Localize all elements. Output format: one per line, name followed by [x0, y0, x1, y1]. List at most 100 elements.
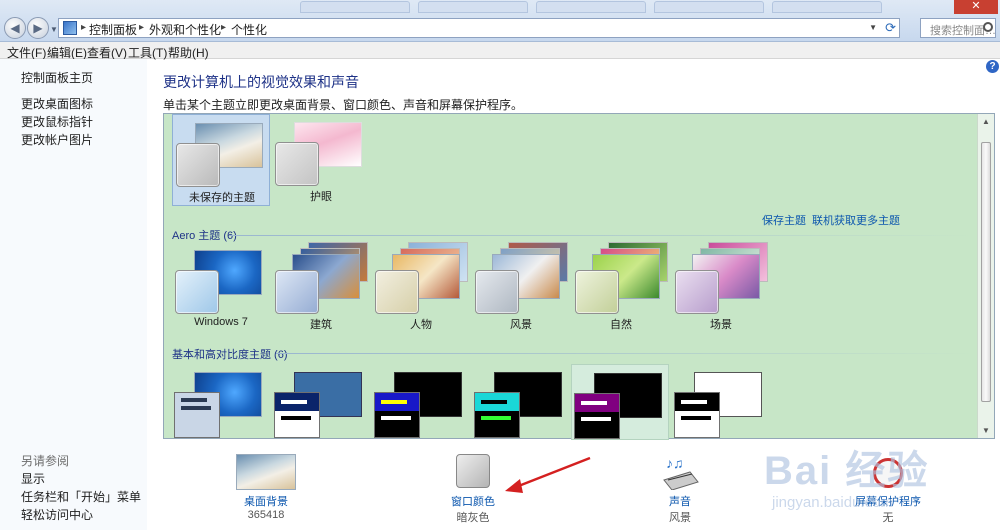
watermark-url: jingyan.baidu.com	[772, 494, 893, 511]
window-color-swatch	[375, 270, 419, 314]
sidebar-item-taskbar[interactable]: 任务栏和「开始」菜单	[21, 488, 141, 505]
window-color-swatch	[574, 393, 620, 439]
window-color-swatch	[274, 392, 320, 438]
window-color-swatch	[176, 143, 220, 187]
theme-windows-classic[interactable]	[272, 364, 370, 440]
desktop-background-icon	[236, 454, 296, 490]
swatch-bar	[281, 416, 311, 420]
theme-scenes[interactable]: 场景	[672, 242, 770, 334]
left-task-pane: 控制面板主页 更改桌面图标 更改鼠标指针 更改帐户图片 另请参阅 显示 任务栏和…	[0, 59, 147, 530]
page-subtitle: 单击某个主题立即更改桌面背景、窗口颜色、声音和屏幕保护程序。	[163, 98, 524, 112]
menu-help[interactable]: 帮助(H)	[168, 44, 209, 61]
theme-unsaved[interactable]: 未保存的主题	[172, 114, 270, 206]
sidebar-item-control-panel-home[interactable]: 控制面板主页	[21, 69, 93, 86]
theme-windows7[interactable]: Windows 7	[172, 242, 270, 334]
back-arrow-icon[interactable]: ◀	[4, 17, 26, 39]
theme-eye-care[interactable]: 护眼	[272, 114, 370, 206]
background-tab[interactable]	[654, 1, 764, 13]
refresh-icon[interactable]: ⟳	[885, 20, 896, 36]
window-color-swatch	[675, 270, 719, 314]
sidebar-item-account-picture[interactable]: 更改帐户图片	[21, 131, 93, 148]
sidebar-item-display[interactable]: 显示	[21, 470, 45, 487]
basic-group-heading: 基本和高对比度主题 (6)	[172, 349, 288, 361]
theme-characters[interactable]: 人物	[372, 242, 470, 334]
menu-bar: 文件(F) 编辑(E) 查看(V) 工具(T) 帮助(H)	[0, 42, 1000, 61]
swatch-bar	[681, 400, 707, 404]
search-icon[interactable]	[983, 22, 993, 32]
theme-high-contrast-2[interactable]	[472, 364, 570, 440]
vertical-scrollbar[interactable]: ▲ ▼	[977, 114, 994, 438]
scroll-up-icon[interactable]: ▲	[982, 117, 990, 126]
address-bar: ✕ ◀ ▶ ▼ ▸ 控制面板 ▸ 外观和个性化 ▸ 个性化 ▼ ⟳ 搜索控制面…	[0, 0, 1000, 42]
window-color-value: 暗灰色	[456, 512, 490, 524]
breadcrumb-appearance[interactable]: 外观和个性化	[149, 21, 221, 38]
close-window-button[interactable]: ✕	[954, 0, 998, 14]
window-color-swatch	[275, 142, 319, 186]
theme-label: 人物	[410, 319, 432, 331]
recent-pages-dropdown-icon[interactable]: ▼	[50, 25, 58, 34]
swatch-bar	[181, 398, 207, 402]
breadcrumb[interactable]: ▸ 控制面板 ▸ 外观和个性化 ▸ 个性化 ▼ ⟳	[58, 18, 900, 38]
get-more-themes-link[interactable]: 联机获取更多主题	[812, 212, 900, 228]
background-tab[interactable]	[300, 1, 410, 13]
background-tab[interactable]	[772, 1, 882, 13]
theme-landscapes[interactable]: 风景	[472, 242, 570, 334]
window-color-swatch	[175, 270, 219, 314]
search-input[interactable]: 搜索控制面…	[920, 18, 996, 38]
swatch-bar	[381, 416, 411, 420]
chevron-right-icon[interactable]: ▸	[139, 22, 144, 33]
breadcrumb-personalization[interactable]: 个性化	[231, 21, 267, 38]
sound-label: 声音	[669, 496, 691, 508]
background-tab[interactable]	[418, 1, 528, 13]
window-color-label: 窗口颜色	[451, 496, 495, 508]
group-divider	[276, 353, 974, 354]
theme-windows7-basic[interactable]	[172, 364, 270, 440]
window-color-swatch	[575, 270, 619, 314]
theme-high-contrast-1[interactable]	[372, 364, 470, 440]
desktop-background-button[interactable]: 桌面背景 365418	[206, 450, 326, 525]
theme-label: 自然	[610, 319, 632, 331]
swatch-bar	[481, 416, 511, 420]
window-color-button[interactable]: 窗口颜色 暗灰色	[413, 450, 533, 525]
desktop-background-value: 365418	[247, 509, 285, 521]
window-color-swatch	[674, 392, 720, 438]
theme-label: 护眼	[310, 191, 332, 203]
see-also-heading: 另请参阅	[21, 454, 70, 468]
chevron-right-icon[interactable]: ▸	[221, 22, 226, 33]
swatch-bar	[581, 417, 611, 421]
background-tabs	[300, 0, 890, 14]
sidebar-item-desktop-icons[interactable]: 更改桌面图标	[21, 95, 93, 112]
swatch-bar	[581, 401, 607, 405]
sound-value: 风景	[669, 512, 691, 524]
theme-nature[interactable]: 自然	[572, 242, 670, 334]
help-icon[interactable]: ?	[986, 60, 999, 73]
aero-group-heading: Aero 主题 (6)	[172, 230, 237, 242]
theme-architecture[interactable]: 建筑	[272, 242, 370, 334]
sidebar-item-ease-of-access[interactable]: 轻松访问中心	[21, 506, 93, 523]
theme-label: 未保存的主题	[189, 192, 255, 204]
control-panel-icon	[63, 21, 77, 35]
desktop-background-label: 桌面背景	[244, 496, 288, 508]
theme-label: 风景	[510, 319, 532, 331]
scrollbar-thumb[interactable]	[981, 142, 991, 402]
window-color-icon	[456, 454, 490, 488]
window-color-swatch	[374, 392, 420, 438]
window-color-swatch	[474, 392, 520, 438]
theme-label: 建筑	[310, 319, 332, 331]
theme-label: 场景	[710, 319, 732, 331]
background-tab[interactable]	[536, 1, 646, 13]
sound-button[interactable]: ♪♫ 声音 风景	[620, 450, 740, 525]
breadcrumb-control-panel[interactable]: 控制面板	[89, 21, 137, 38]
sidebar-item-mouse-pointers[interactable]: 更改鼠标指针	[21, 113, 93, 130]
window-color-swatch	[475, 270, 519, 314]
chevron-right-icon[interactable]: ▸	[81, 22, 86, 33]
chevron-down-icon[interactable]: ▼	[869, 23, 877, 32]
swatch-bar	[681, 416, 711, 420]
swatch-bar	[481, 400, 507, 404]
forward-arrow-icon[interactable]: ▶	[27, 17, 49, 39]
swatch-bar	[381, 400, 407, 404]
save-theme-link[interactable]: 保存主题	[762, 212, 806, 228]
theme-high-contrast-black[interactable]	[571, 364, 669, 440]
swatch-bar	[181, 406, 211, 410]
window-color-swatch	[174, 392, 220, 438]
